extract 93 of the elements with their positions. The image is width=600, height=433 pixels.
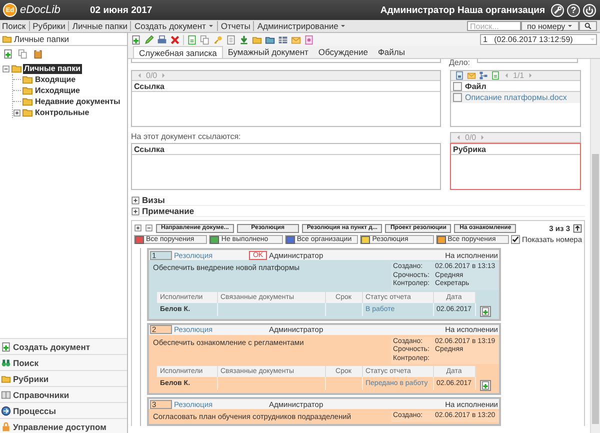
- collapse-all-icon[interactable]: [145, 224, 153, 232]
- nav-item[interactable]: Рубрики: [13, 374, 49, 384]
- caret-icon: [567, 23, 574, 29]
- pager-count: 0/0: [465, 133, 476, 142]
- section-label: На этот документ ссылаются:: [131, 132, 241, 141]
- folder-icon: [22, 96, 33, 107]
- table-icon[interactable]: [278, 34, 288, 44]
- lock-icon: [1, 422, 11, 432]
- app-name: eDocLib: [20, 4, 62, 16]
- user-name: Администратор Наша организация: [380, 4, 545, 16]
- add-document-icon: [480, 306, 490, 316]
- document-icon[interactable]: [455, 71, 464, 80]
- tab[interactable]: Файлы: [372, 46, 410, 58]
- document-icon[interactable]: [187, 34, 197, 44]
- envelope-icon[interactable]: [291, 34, 301, 44]
- checkbox[interactable]: [453, 82, 462, 90]
- menu-item[interactable]: Личные папки: [68, 21, 130, 31]
- delete-icon[interactable]: [170, 34, 180, 44]
- add-report-button[interactable]: [480, 380, 491, 391]
- nav-item[interactable]: Поиск: [13, 358, 39, 368]
- next-icon[interactable]: [527, 72, 534, 79]
- folder-icon: [1, 374, 11, 384]
- add-report-button[interactable]: [480, 306, 491, 316]
- caret-icon: [208, 23, 214, 29]
- scrollbar-thumb[interactable]: [592, 154, 599, 424]
- search-icon: [584, 22, 592, 30]
- tab[interactable]: Обсуждение: [313, 46, 373, 58]
- next-icon[interactable]: [479, 134, 486, 141]
- menu-item[interactable]: Создать документ: [130, 21, 217, 31]
- panel-title: Личные папки: [14, 34, 70, 44]
- input-field[interactable]: [477, 59, 578, 63]
- search-field[interactable]: Поиск...: [467, 21, 521, 31]
- tab[interactable]: Служебная записка: [133, 46, 223, 58]
- add-folder-icon[interactable]: [3, 48, 13, 58]
- pager-count: 0/0: [146, 71, 158, 80]
- expand-icon[interactable]: [13, 108, 21, 116]
- menu-item[interactable]: Рубрики: [28, 21, 68, 31]
- previous-icon[interactable]: [136, 72, 143, 79]
- expand-all-icon[interactable]: [134, 224, 142, 232]
- add-document-icon[interactable]: [131, 34, 141, 44]
- menu-item[interactable]: Администрирование: [253, 21, 350, 31]
- scrollbar[interactable]: [590, 59, 600, 433]
- field-label: Дело:: [449, 59, 472, 67]
- download-icon[interactable]: [239, 34, 249, 44]
- folder-icon: [22, 107, 33, 118]
- collapse-icon[interactable]: [2, 64, 10, 72]
- input-field[interactable]: [131, 59, 441, 63]
- version-select[interactable]: 1 (02.06.2017 13:12:59): [480, 34, 597, 45]
- binoculars-icon: [1, 358, 11, 368]
- clipboard-icon[interactable]: [33, 48, 43, 58]
- menu-item[interactable]: Отчеты: [216, 21, 254, 31]
- folder-item[interactable]: Входящие: [34, 74, 77, 84]
- checkbox[interactable]: [511, 235, 520, 244]
- folder-item[interactable]: Личные папки: [23, 64, 82, 74]
- copy-icon[interactable]: [200, 34, 210, 44]
- list-icon[interactable]: [226, 34, 236, 44]
- copy-icon[interactable]: [18, 48, 28, 58]
- tab[interactable]: Бумажный документ: [222, 46, 314, 58]
- menu-item[interactable]: Поиск: [0, 21, 29, 31]
- checkbox[interactable]: [453, 93, 462, 102]
- folder-item[interactable]: Исходящие: [34, 86, 81, 96]
- help-button[interactable]: ?: [567, 4, 580, 16]
- caret-icon: [340, 23, 346, 29]
- section-header[interactable]: Визы: [142, 195, 165, 205]
- tree-icon[interactable]: [479, 71, 488, 80]
- envelope-icon[interactable]: [467, 71, 476, 80]
- add-document-icon: [480, 381, 490, 390]
- column-header: Рубрика: [453, 144, 486, 154]
- column-header: Файл: [465, 82, 486, 90]
- search-button[interactable]: [579, 21, 597, 31]
- caret-icon: [589, 36, 596, 43]
- folder-item[interactable]: Контрольные: [34, 108, 90, 118]
- expand-icon[interactable]: [131, 206, 140, 216]
- column-header: Ссылка: [134, 82, 164, 90]
- column-header: Ссылка: [134, 144, 164, 154]
- pager-count: 1/1: [513, 71, 524, 80]
- header-date: 02 июня 2017: [90, 4, 152, 16]
- section-header[interactable]: Примечание: [142, 206, 194, 216]
- search-mode-select[interactable]: по номеру: [521, 21, 579, 31]
- wrench-icon[interactable]: [551, 4, 564, 16]
- printer-icon[interactable]: [157, 34, 167, 44]
- key-icon[interactable]: [213, 34, 223, 44]
- folder-icon: [22, 85, 33, 96]
- next-icon[interactable]: [160, 72, 168, 79]
- document-icon[interactable]: [304, 34, 314, 44]
- expand-icon[interactable]: [131, 196, 140, 204]
- previous-icon[interactable]: [455, 134, 462, 141]
- document-icon[interactable]: [491, 71, 500, 80]
- folder-item[interactable]: Недавние документы: [34, 96, 122, 106]
- folder-icon: [11, 63, 22, 74]
- up-arrow-icon[interactable]: [573, 224, 582, 232]
- previous-icon[interactable]: [503, 72, 510, 79]
- power-icon[interactable]: [583, 4, 596, 16]
